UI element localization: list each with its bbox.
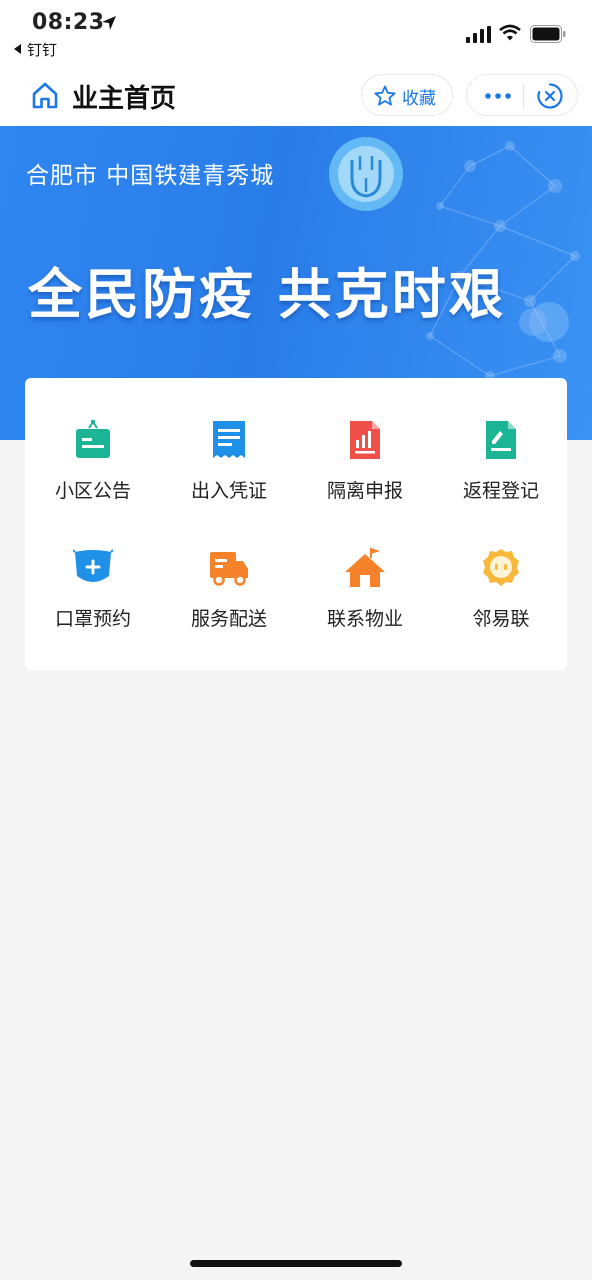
report-chart-icon [350, 421, 380, 459]
grid-item-label: 小区公告 [54, 480, 131, 502]
battery-icon [530, 25, 566, 43]
page-title: 业主首页 [72, 84, 177, 114]
grid-item-label: 出入凭证 [190, 480, 267, 502]
grid-item-label: 返程登记 [462, 480, 539, 502]
back-to-app-link[interactable]: 钉钉 [14, 39, 57, 60]
favorite-label: 收藏 [402, 89, 436, 109]
back-app-label: 钉钉 [27, 41, 58, 59]
announcement-board-icon [76, 420, 110, 458]
grid-item-access-pass[interactable]: 出入凭证 [161, 420, 297, 540]
services-card: 小区公告 出入凭证 隔离申报 返程登记 口罩预约 服务配送 联系物业 邻易联 [25, 378, 567, 670]
grid-item-return-register[interactable]: 返程登记 [433, 420, 569, 540]
favorite-button[interactable]: 收藏 [361, 74, 453, 116]
delivery-truck-icon [210, 552, 248, 586]
grid-item-label: 邻易联 [472, 608, 530, 630]
status-bar: 08:23 钉钉 [0, 0, 592, 70]
register-edit-icon [486, 421, 516, 459]
star-icon [374, 85, 396, 106]
grid-item-label: 口罩预约 [54, 608, 131, 630]
back-triangle-icon [14, 44, 21, 54]
wifi-icon [499, 24, 521, 41]
grid-item-label: 服务配送 [190, 608, 267, 630]
grid-item-label: 隔离申报 [326, 480, 403, 502]
smiley-badge-icon [483, 549, 519, 586]
house-flag-icon [345, 548, 385, 587]
grid-item-contact-property[interactable]: 联系物业 [297, 548, 433, 668]
nav-bar: 业主首页 收藏 [0, 70, 592, 126]
status-time: 08:23 [32, 10, 105, 35]
home-indicator[interactable] [190, 1260, 402, 1267]
banner-slogan: 全民防疫 共克时艰 [28, 263, 506, 326]
capsule-divider [523, 84, 524, 108]
more-icon[interactable] [483, 87, 513, 105]
cellular-signal-icon [466, 26, 491, 43]
grid-item-quarantine-report[interactable]: 隔离申报 [297, 420, 433, 540]
banner-city: 合肥市 中国铁建青秀城 [26, 163, 275, 189]
grid-item-community-notice[interactable]: 小区公告 [25, 420, 161, 540]
grid-item-delivery-service[interactable]: 服务配送 [161, 548, 297, 668]
capsule-menu [466, 74, 578, 116]
close-icon[interactable] [536, 82, 564, 110]
pass-document-icon [213, 421, 245, 458]
mask-icon [73, 549, 113, 582]
location-arrow-icon [102, 16, 116, 30]
grid-item-mask-booking[interactable]: 口罩预约 [25, 548, 161, 668]
home-icon[interactable] [30, 80, 60, 110]
grid-item-label: 联系物业 [326, 608, 403, 630]
grid-item-neighbor-link[interactable]: 邻易联 [433, 548, 569, 668]
